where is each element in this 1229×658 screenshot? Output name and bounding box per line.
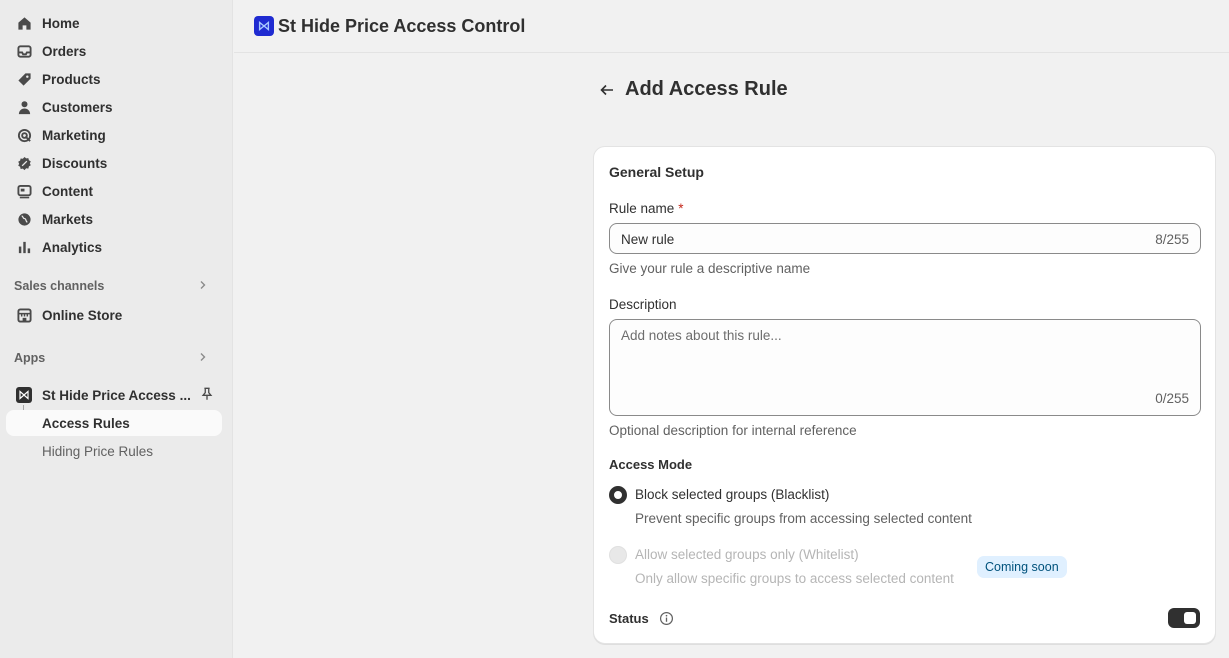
general-setup-card: General Setup Rule name * New rule 8/255 …: [593, 146, 1216, 644]
sidebar-item-orders[interactable]: Orders: [6, 37, 222, 65]
whitelist-help: Only allow specific groups to access sel…: [635, 571, 954, 586]
sidebar-item-label: Discounts: [42, 155, 108, 171]
sidebar-item-label: Online Store: [42, 307, 123, 323]
sidebar-item-label: Orders: [42, 43, 87, 59]
page-title: Add Access Rule: [625, 78, 788, 100]
globe-icon: [16, 211, 32, 227]
sidebar-item-home[interactable]: Home: [6, 9, 222, 37]
rule-name-input[interactable]: New rule 8/255: [609, 223, 1201, 254]
store-icon: [16, 307, 32, 323]
sidebar-item-access-rules[interactable]: Access Rules: [6, 410, 222, 436]
sales-channels-header[interactable]: Sales channels: [14, 279, 222, 293]
sidebar-item-app[interactable]: St Hide Price Access ...: [6, 381, 222, 409]
toggle-knob: [1184, 612, 1196, 624]
app-title-bar: St Hide Price Access Control: [234, 0, 1229, 53]
bar-chart-icon: [16, 239, 32, 255]
inbox-icon: [16, 43, 32, 59]
blacklist-label[interactable]: Block selected groups (Blacklist): [635, 487, 829, 502]
sidebar-item-label: Products: [42, 71, 101, 87]
chevron-right-icon: [198, 351, 208, 365]
sidebar-item-label: Marketing: [42, 127, 106, 143]
content-icon: [16, 183, 32, 199]
description-label: Description: [609, 297, 677, 312]
coming-soon-badge: Coming soon: [977, 556, 1067, 578]
tag-icon: [16, 71, 32, 87]
sidebar-item-label: Customers: [42, 99, 113, 115]
target-icon: [16, 127, 32, 143]
radio-blacklist[interactable]: [609, 486, 627, 504]
app-logo-icon: [16, 387, 32, 403]
rule-name-counter: 8/255: [1155, 232, 1189, 247]
sidebar-item-markets[interactable]: Markets: [6, 205, 222, 233]
sidebar-item-discounts[interactable]: Discounts: [6, 149, 222, 177]
sidebar-item-analytics[interactable]: Analytics: [6, 233, 222, 261]
status-toggle[interactable]: [1168, 608, 1200, 628]
sidebar-item-online-store[interactable]: Online Store: [6, 301, 222, 329]
description-counter: 0/255: [1155, 391, 1189, 406]
info-icon[interactable]: [659, 611, 674, 626]
app-logo-icon: [254, 16, 274, 36]
sidebar-item-label: Markets: [42, 211, 94, 227]
person-icon: [16, 99, 32, 115]
sidebar-item-label: Access Rules: [42, 415, 130, 431]
description-placeholder: Add notes about this rule...: [621, 328, 782, 343]
radio-whitelist: [609, 546, 627, 564]
section-title: General Setup: [609, 164, 704, 180]
section-label: Apps: [14, 351, 46, 365]
sidebar-item-hiding-price-rules[interactable]: Hiding Price Rules: [6, 438, 222, 464]
section-label: Sales channels: [14, 279, 105, 293]
sidebar-item-label: Hiding Price Rules: [42, 443, 154, 459]
app-title: St Hide Price Access Control: [278, 15, 526, 36]
status-label: Status: [609, 611, 649, 626]
sidebar-item-label: Analytics: [42, 239, 103, 255]
chevron-right-icon: [198, 279, 208, 293]
blacklist-help: Prevent specific groups from accessing s…: [635, 511, 972, 526]
sidebar-item-content[interactable]: Content: [6, 177, 222, 205]
discount-icon: [16, 155, 32, 171]
sidebar-item-label: Home: [42, 15, 80, 31]
required-mark: *: [678, 201, 684, 216]
rule-name-label: Rule name *: [609, 201, 684, 216]
whitelist-label: Allow selected groups only (Whitelist): [635, 547, 859, 562]
apps-header[interactable]: Apps: [14, 351, 222, 365]
back-arrow-icon[interactable]: [596, 79, 618, 101]
rule-name-value: New rule: [621, 232, 675, 247]
sidebar-item-label: Content: [42, 183, 93, 199]
status-label-row: Status: [609, 611, 674, 626]
sidebar-item-customers[interactable]: Customers: [6, 93, 222, 121]
sidebar-item-label: St Hide Price Access ...: [42, 387, 191, 403]
home-icon: [16, 15, 32, 31]
pin-icon[interactable]: [200, 387, 214, 404]
description-help: Optional description for internal refere…: [609, 423, 857, 438]
access-mode-label: Access Mode: [609, 457, 693, 472]
page-header: Add Access Rule: [596, 78, 788, 101]
description-textarea[interactable]: Add notes about this rule... 0/255: [609, 319, 1201, 416]
rule-name-label-text: Rule name: [609, 201, 675, 216]
sidebar-item-marketing[interactable]: Marketing: [6, 121, 222, 149]
rule-name-help: Give your rule a descriptive name: [609, 261, 811, 276]
sidebar: Home Orders Products Customers Marketing…: [0, 0, 233, 658]
sidebar-item-products[interactable]: Products: [6, 65, 222, 93]
